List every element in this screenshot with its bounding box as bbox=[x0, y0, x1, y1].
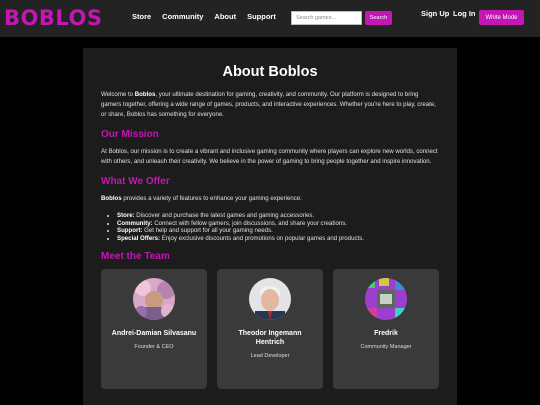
member-name: Andrei-Damian Silvasanu bbox=[111, 330, 197, 337]
member-role: Community Manager bbox=[360, 344, 412, 350]
intro-prefix: Welcome to bbox=[101, 91, 135, 98]
intro-brand: Boblos bbox=[134, 91, 156, 98]
nav-about-link[interactable]: About bbox=[214, 12, 236, 21]
avatar bbox=[365, 278, 407, 320]
member-role: Founder & CEO bbox=[134, 344, 174, 350]
page-title: About Boblos bbox=[222, 64, 318, 80]
mission-text: At Boblos, our mission is to create a vi… bbox=[101, 148, 438, 165]
nav-store-link[interactable]: Store bbox=[132, 12, 151, 21]
top-header: Boblos Store Community About Support Sea… bbox=[0, 0, 540, 37]
offer-item-label: Special Offers: bbox=[117, 234, 161, 242]
offer-intro-text: provides a variety of features to enhanc… bbox=[121, 195, 302, 202]
offer-item-label: Store: bbox=[117, 212, 135, 219]
team-heading: Meet the Team bbox=[101, 251, 170, 262]
offer-item-community: Community: Connect with fellow gamers, j… bbox=[117, 220, 439, 228]
avatar bbox=[133, 278, 175, 320]
site-logo[interactable]: Boblos bbox=[4, 5, 102, 31]
search-button[interactable]: Search bbox=[365, 11, 392, 25]
team-grid: Andrei-Damian Silvasanu Founder & CEO Th… bbox=[101, 269, 439, 389]
offer-intro: Boblos provides a variety of features to… bbox=[101, 194, 439, 204]
main-nav: Store Community About Support bbox=[132, 12, 276, 21]
about-intro: Welcome to Boblos, your ultimate destina… bbox=[101, 90, 439, 120]
offer-item-text: Connect with fellow gamers, join discuss… bbox=[152, 219, 347, 227]
member-role: Lead Developer bbox=[250, 353, 290, 359]
offer-brand: Boblos bbox=[101, 195, 122, 202]
member-name: Theodor Ingemann Hentrich bbox=[238, 330, 302, 346]
offer-item-support: Support: Get help and support for all yo… bbox=[117, 227, 439, 235]
signup-link[interactable]: Sign Up bbox=[421, 9, 449, 18]
team-card: Andrei-Damian Silvasanu Founder & CEO bbox=[101, 269, 207, 389]
offer-item-label: Community: bbox=[117, 219, 153, 227]
offer-item-store: Store: Discover and purchase the latest … bbox=[117, 212, 439, 220]
nav-community-link[interactable]: Community bbox=[162, 12, 203, 21]
avatar bbox=[249, 278, 291, 320]
about-content: About Boblos Welcome to Boblos, your ult… bbox=[101, 64, 439, 389]
team-card: Theodor Ingemann Hentrich Lead Developer bbox=[217, 269, 323, 389]
nav-support-link[interactable]: Support bbox=[247, 12, 276, 21]
offer-item-text: Enjoy exclusive discounts and promotions… bbox=[160, 234, 364, 242]
offer-item-label: Support: bbox=[117, 227, 143, 234]
offer-heading: What We Offer bbox=[101, 176, 170, 187]
team-card: Fredrik Community Manager bbox=[333, 269, 439, 389]
white-mode-button[interactable]: White Mode bbox=[479, 10, 524, 25]
offer-list: Store: Discover and purchase the latest … bbox=[101, 212, 439, 242]
mission-heading: Our Mission bbox=[101, 129, 159, 140]
search-input[interactable] bbox=[291, 11, 362, 25]
about-panel: About Boblos Welcome to Boblos, your ult… bbox=[83, 48, 457, 405]
member-name: Fredrik bbox=[374, 330, 398, 337]
offer-item-text: Get help and support for all your gaming… bbox=[142, 227, 273, 234]
login-link[interactable]: Log In bbox=[453, 9, 476, 18]
offer-item-text: Discover and purchase the latest games a… bbox=[134, 212, 315, 219]
offer-item-special-offers: Special Offers: Enjoy exclusive discount… bbox=[117, 235, 439, 243]
